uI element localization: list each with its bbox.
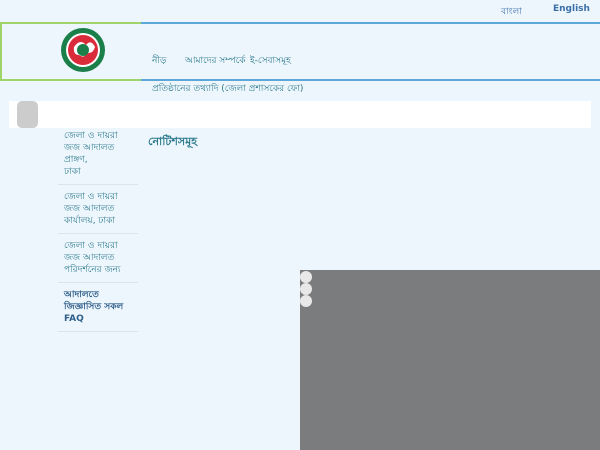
sidebar-item-label: জজ আদালত <box>64 204 115 214</box>
sidebar-item-label: জেলা ও দায়রা <box>64 192 118 202</box>
sidebar-item-faq[interactable]: আদালতে জিজ্ঞাসিত সকল FAQ <box>58 287 138 332</box>
nav-office-info[interactable]: প্রতিষ্ঠানের তথ্যাদি (জেলা প্রশাসকের ফো) <box>152 81 303 96</box>
sidebar-menu: জেলা ও দায়রা জজ আদালত প্রাঙ্গণ, ঢাকা জে… <box>58 128 138 336</box>
sidebar-item-label: জজ আদালত প্রাঙ্গণ, <box>64 143 115 165</box>
sidebar-item-label: FAQ <box>64 314 84 324</box>
sidebar-item-label: পরিদর্শনের জন্য <box>64 265 121 275</box>
sidebar-item-label: জেলা ও দায়রা <box>64 131 118 141</box>
sidebar-item-label: জিজ্ঞাসিত সকল <box>64 302 124 312</box>
page-title: নোটিশসমূহ <box>148 135 198 148</box>
site-header: নীড় আমাদের সম্পর্কে ই-সেবাসমূহ <box>0 22 600 81</box>
image-slider[interactable] <box>300 270 600 450</box>
search-bar[interactable] <box>9 101 591 128</box>
slider-dot-2[interactable] <box>300 283 312 295</box>
search-icon[interactable] <box>17 101 38 128</box>
court-emblem-icon[interactable] <box>60 27 106 73</box>
sidebar-item-court-inspection[interactable]: জেলা ও দায়রা জজ আদালত পরিদর্শনের জন্য <box>58 238 138 283</box>
sidebar-item-label: কার্যালয়, ঢাকা <box>64 216 116 226</box>
nav-about[interactable]: আমাদের সম্পর্কে <box>185 53 246 68</box>
sidebar-item-label: জেলা ও দায়রা <box>64 241 118 251</box>
sidebar-item-label: আদালতে <box>64 290 99 300</box>
sidebar-item-label: জজ আদালত <box>64 253 115 263</box>
nav-services[interactable]: ই-সেবাসমূহ <box>250 53 291 68</box>
slider-dot-3[interactable] <box>300 295 312 307</box>
language-bangla-link[interactable]: বাংলা <box>501 4 522 19</box>
sidebar-item-label: ঢাকা <box>64 167 81 177</box>
header-top-divider <box>141 22 600 24</box>
sidebar-item-court-premises[interactable]: জেলা ও দায়রা জজ আদালত প্রাঙ্গণ, ঢাকা <box>58 128 138 185</box>
top-bar: বাংলা English <box>0 0 600 22</box>
language-english-link[interactable]: English <box>553 4 590 14</box>
nav-home[interactable]: নীড় <box>152 53 166 68</box>
slider-dot-1[interactable] <box>300 271 312 283</box>
sidebar-item-court-office[interactable]: জেলা ও দায়রা জজ আদালত কার্যালয়, ঢাকা <box>58 189 138 234</box>
